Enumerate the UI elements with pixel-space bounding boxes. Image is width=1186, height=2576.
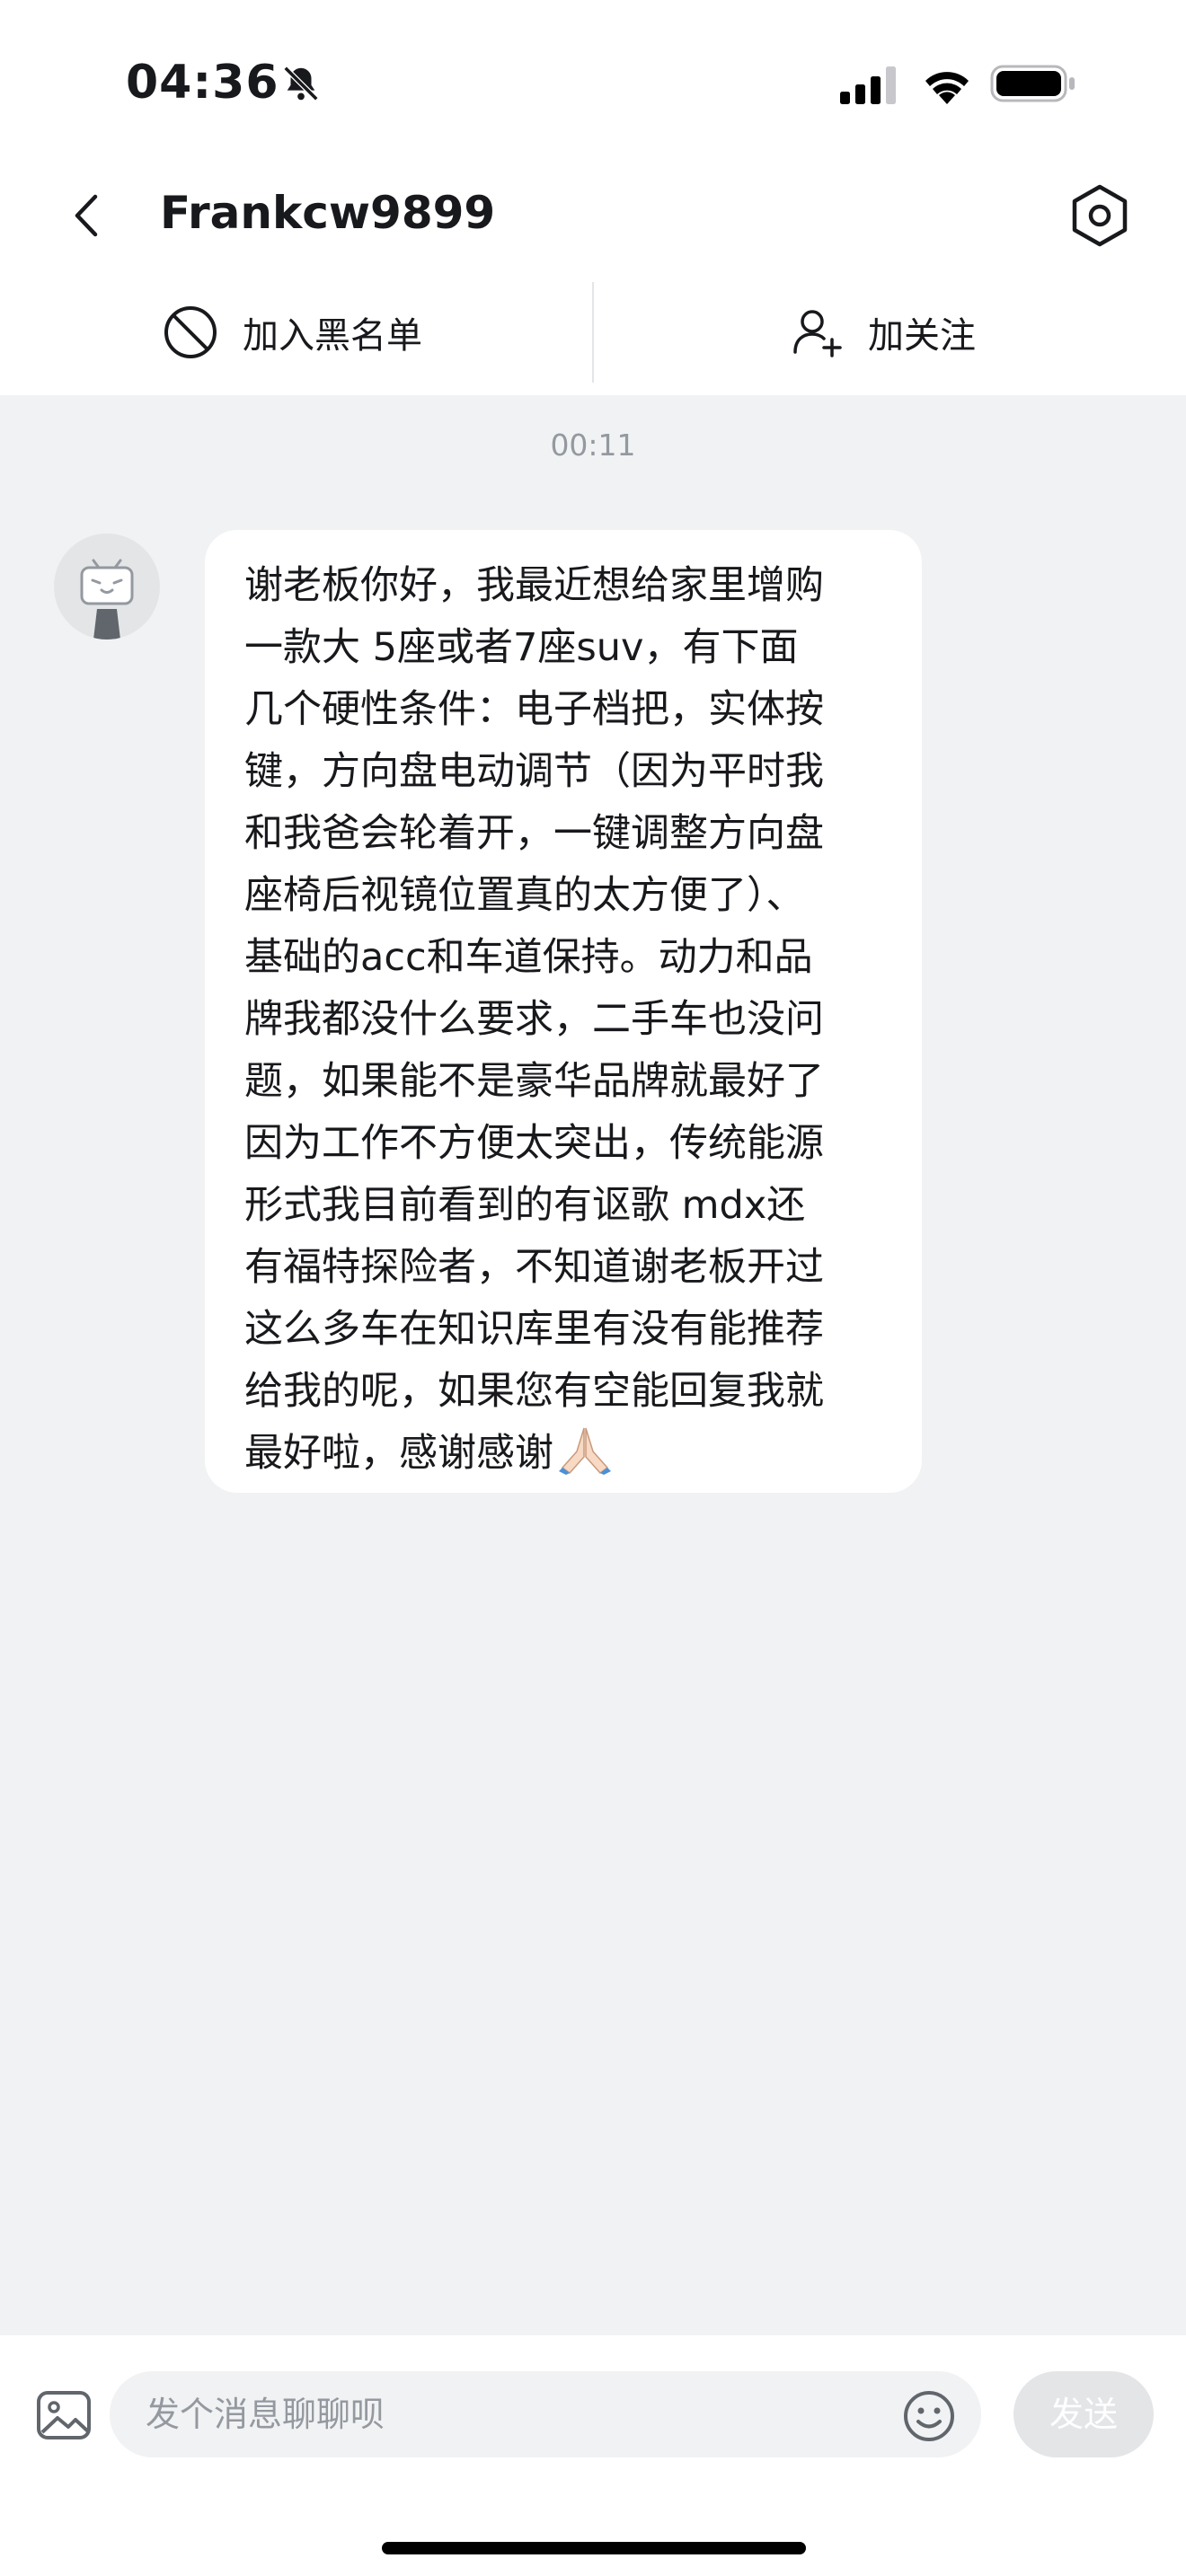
avatar[interactable]: [54, 534, 160, 640]
block-user-label: 加入黑名单: [243, 315, 422, 357]
message-line: 一款大 5座或者7座suv，有下面: [244, 625, 799, 670]
message-line-last: 最好啦，感谢感谢: [244, 1423, 882, 1485]
message-line: 形式我目前看到的有讴歌 mdx还: [244, 1183, 806, 1228]
send-button[interactable]: 发送: [1013, 2371, 1154, 2457]
user-plus-icon: [793, 310, 842, 357]
chevron-left-icon[interactable]: [63, 184, 126, 247]
message-line: 给我的呢，如果您有空能回复我就: [244, 1369, 824, 1414]
message-timestamp: 00:11: [550, 428, 636, 463]
action-bar: 加入黑名单 加关注: [0, 269, 1186, 395]
bell-slash-icon: [283, 66, 319, 101]
message-bubble[interactable]: 谢老板你好，我最近想给家里增购 一款大 5座或者7座suv，有下面 几个硬性条件…: [205, 530, 922, 1493]
status-bar: 04:36: [0, 0, 1186, 162]
message-line: 有福特探险者，不知道谢老板开过: [244, 1245, 824, 1290]
follow-label: 加关注: [868, 315, 976, 357]
message-line: 和我爸会轮着开，一键调整方向盘: [244, 811, 824, 856]
wifi-icon: [925, 72, 969, 104]
smiley-icon[interactable]: [902, 2389, 956, 2443]
composer-bar: 发个消息聊聊呗 发送: [0, 2335, 1186, 2576]
message-line: 基础的acc和车道保持。动力和品: [244, 935, 813, 980]
battery-icon: [990, 65, 1075, 102]
message-line: 座椅后视镜位置真的太方便了）、: [244, 873, 805, 918]
message-line: 题，如果能不是豪华品牌就最好了: [244, 1059, 824, 1104]
message-line: 谢老板你好，我最近想给家里增购: [244, 563, 824, 608]
image-icon[interactable]: [34, 2386, 93, 2445]
praying-hands-icon: [559, 1427, 611, 1475]
action-divider: [592, 282, 594, 383]
home-indicator[interactable]: [382, 2542, 806, 2554]
message-line: 最好啦，感谢感谢: [244, 1431, 553, 1476]
message-line: 几个硬性条件：电子档把，实体按: [244, 687, 824, 732]
message-input[interactable]: 发个消息聊聊呗: [110, 2371, 981, 2457]
conversation-title: Frankcw9899: [160, 187, 496, 239]
hexagon-gear-icon[interactable]: [1064, 180, 1136, 251]
block-circle-icon: [164, 306, 217, 358]
tv-mascot-icon: [80, 559, 134, 640]
message-line: 键，方向盘电动调节（因为平时我: [244, 749, 824, 794]
message-line: 牌我都没什么要求，二手车也没问: [244, 997, 824, 1042]
follow-button[interactable]: 加关注: [791, 269, 976, 395]
message-line: 这么多车在知识库里有没有能推荐: [244, 1307, 824, 1352]
chat-header: Frankcw9899: [0, 162, 1186, 269]
block-user-button[interactable]: 加入黑名单: [162, 269, 422, 395]
cellular-signal-icon: [840, 66, 896, 104]
message-line: 因为工作不方便太突出，传统能源: [244, 1121, 824, 1166]
status-time: 04:36: [126, 56, 279, 110]
